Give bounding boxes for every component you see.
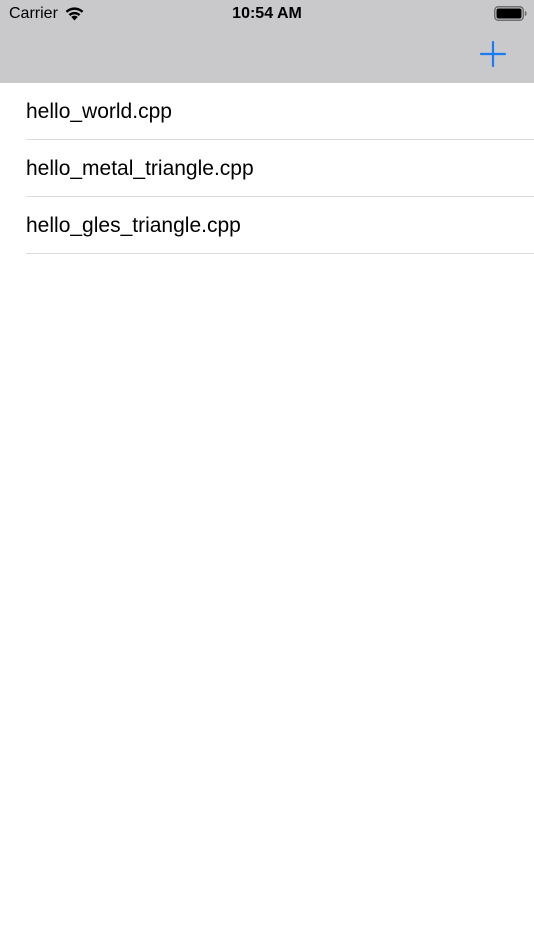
plus-icon [479,40,507,68]
battery-full-icon [494,6,527,21]
top-bar: Carrier 10:54 AM [0,0,534,83]
list-item[interactable]: hello_world.cpp [0,83,534,140]
app-screen: Carrier 10:54 AM hello_world.cpp hello_m… [0,0,534,950]
file-name: hello_metal_triangle.cpp [26,157,254,180]
status-bar: Carrier 10:54 AM [0,0,534,28]
file-name: hello_world.cpp [26,100,172,123]
file-list: hello_world.cpp hello_metal_triangle.cpp… [0,83,534,254]
add-file-button[interactable] [477,38,509,70]
navigation-bar [0,28,534,83]
list-item[interactable]: hello_metal_triangle.cpp [0,140,534,197]
file-name: hello_gles_triangle.cpp [26,214,241,237]
status-time: 10:54 AM [232,5,302,22]
list-item[interactable]: hello_gles_triangle.cpp [0,197,534,254]
